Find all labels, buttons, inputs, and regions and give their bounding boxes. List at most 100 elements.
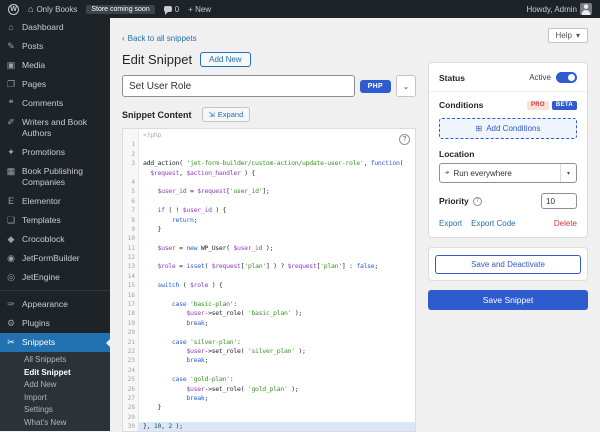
- code-text: [138, 291, 415, 300]
- snippet-title-input[interactable]: [122, 75, 355, 97]
- line-number: 5: [123, 187, 138, 196]
- sidebar-item-plugins[interactable]: ⚙Plugins: [0, 314, 110, 333]
- site-name-menu[interactable]: ⌂ Only Books: [28, 5, 77, 14]
- code-line[interactable]: 14: [123, 272, 415, 281]
- line-number: 10: [123, 234, 138, 243]
- sidebar-item-media[interactable]: ▣Media: [0, 56, 110, 75]
- code-line[interactable]: 21 case 'silver-plan':: [123, 338, 415, 347]
- snippets-icon: ✂: [6, 337, 16, 348]
- avatar: [580, 3, 592, 15]
- submenu-item-edit-snippet[interactable]: Edit Snippet: [0, 367, 110, 380]
- status-toggle[interactable]: [556, 72, 577, 83]
- expand-button[interactable]: ⇲ Expand: [202, 107, 251, 122]
- submenu-item-add-new[interactable]: Add New: [0, 379, 110, 392]
- priority-input[interactable]: [541, 193, 577, 209]
- code-line[interactable]: 3add_action( 'jet-form-builder/custom-ac…: [123, 159, 415, 168]
- posts-icon: ✎: [6, 41, 16, 52]
- sidebar-item-label: Crocoblock: [22, 234, 104, 245]
- sidebar-item-dashboard[interactable]: ⌂Dashboard: [0, 18, 110, 37]
- code-line[interactable]: 1: [123, 140, 415, 149]
- sidebar-item-templates[interactable]: ❏Templates: [0, 211, 110, 230]
- sidebar-item-comments[interactable]: ❝Comments: [0, 94, 110, 113]
- new-menu[interactable]: + New: [188, 5, 211, 14]
- code-line[interactable]: 16: [123, 291, 415, 300]
- comments-icon: [164, 6, 172, 12]
- code-line[interactable]: 8 return;: [123, 216, 415, 225]
- code-line[interactable]: 20: [123, 328, 415, 337]
- code-line[interactable]: 23 break;: [123, 356, 415, 365]
- code-line[interactable]: 29: [123, 413, 415, 422]
- code-line[interactable]: 6: [123, 197, 415, 206]
- code-line[interactable]: 28 }: [123, 403, 415, 412]
- line-number: 16: [123, 291, 138, 300]
- save-snippet-button[interactable]: Save Snippet: [428, 290, 588, 310]
- code-line[interactable]: 24: [123, 366, 415, 375]
- add-new-button[interactable]: Add New: [200, 52, 250, 67]
- line-number: 1: [123, 140, 138, 149]
- sidebar-item-label: Writers and Book Authors: [22, 117, 104, 139]
- help-button[interactable]: Help ▾: [548, 28, 588, 43]
- code-text: $user_id = $request['user_id'];: [138, 187, 415, 196]
- admin-bar-right: Howdy, Admin: [526, 3, 592, 15]
- sidebar-item-jetformbuilder[interactable]: ◉JetFormBuilder: [0, 249, 110, 268]
- sidebar-item-appearance[interactable]: ✑Appearance: [0, 295, 110, 314]
- admin-bar-left: W ⌂ Only Books Store coming soon 0 + New: [8, 4, 211, 15]
- sidebar-item-jetengine[interactable]: ◎JetEngine: [0, 268, 110, 287]
- code-line[interactable]: $request, $action_handler ) {: [123, 169, 415, 178]
- code-line[interactable]: 9 }: [123, 225, 415, 234]
- code-line[interactable]: <?php: [123, 131, 415, 140]
- account-menu[interactable]: Howdy, Admin: [526, 3, 592, 15]
- line-number: 22: [123, 347, 138, 356]
- delete-link[interactable]: Delete: [554, 219, 577, 228]
- export-link[interactable]: Export: [439, 219, 462, 228]
- code-line[interactable]: 10: [123, 234, 415, 243]
- location-icon: ⌖: [445, 168, 450, 178]
- code-text: [138, 253, 415, 262]
- comments-menu[interactable]: 0: [164, 5, 179, 14]
- submenu-item-settings[interactable]: Settings: [0, 404, 110, 417]
- save-and-deactivate-button[interactable]: Save and Deactivate: [435, 255, 581, 274]
- code-line[interactable]: 30}, 10, 2 );: [123, 422, 415, 431]
- wordpress-logo-icon[interactable]: W: [8, 4, 19, 15]
- sidebar-item-posts[interactable]: ✎ Posts: [0, 37, 110, 56]
- sidebar-item-writers-and-book-authors[interactable]: ✐Writers and Book Authors: [0, 113, 110, 143]
- code-line[interactable]: 15 switch ( $role ) {: [123, 281, 415, 290]
- code-line[interactable]: 11 $user = new WP_User( $user_id );: [123, 244, 415, 253]
- code-line[interactable]: 13 $role = isset( $request['plan'] ) ? $…: [123, 262, 415, 271]
- code-line[interactable]: 26 $user->set_role( 'gold_plan' );: [123, 385, 415, 394]
- sidebar-item-promotions[interactable]: ✦Promotions: [0, 143, 110, 162]
- code-line[interactable]: 2: [123, 150, 415, 159]
- help-label: Help: [556, 31, 572, 40]
- editor-help-icon[interactable]: ?: [399, 134, 410, 145]
- code-line[interactable]: 5 $user_id = $request['user_id'];: [123, 187, 415, 196]
- code-line[interactable]: 4: [123, 178, 415, 187]
- sidebar-item-label: Posts: [22, 41, 104, 52]
- sidebar-item-pages[interactable]: ❐Pages: [0, 75, 110, 94]
- code-type-dropdown-button[interactable]: ⌄: [396, 75, 416, 97]
- priority-help-icon[interactable]: ?: [473, 197, 482, 206]
- code-line[interactable]: 19 break;: [123, 319, 415, 328]
- code-line[interactable]: 25 case 'gold-plan':: [123, 375, 415, 384]
- submenu-item-all-snippets[interactable]: All Snippets: [0, 354, 110, 367]
- submenu-item-import[interactable]: Import: [0, 392, 110, 405]
- code-line[interactable]: 27 break;: [123, 394, 415, 403]
- code-text: $role = isset( $request['plan'] ) ? $req…: [138, 262, 415, 271]
- sidebar-item-crocoblock[interactable]: ◆Crocoblock: [0, 230, 110, 249]
- code-line[interactable]: 18 $user->set_role( 'basic_plan' );: [123, 309, 415, 318]
- sidebar-item-elementor[interactable]: EElementor: [0, 192, 110, 211]
- expand-icon: ⇲: [209, 110, 215, 119]
- priority-label-group: Priority ?: [439, 196, 482, 206]
- location-select[interactable]: ⌖ Run everywhere ▾: [439, 163, 577, 183]
- code-line[interactable]: 12: [123, 253, 415, 262]
- export-code-link[interactable]: Export Code: [471, 219, 515, 228]
- back-link[interactable]: ‹ Back to all snippets: [122, 34, 197, 43]
- code-line[interactable]: 7 if ( ! $user_id ) {: [123, 206, 415, 215]
- sidebar-item-snippets[interactable]: ✂Snippets: [0, 333, 110, 352]
- code-line[interactable]: 22 $user->set_role( 'silver_plan' );: [123, 347, 415, 356]
- code-editor[interactable]: <?php123add_action( 'jet-form-builder/cu…: [122, 128, 416, 432]
- add-conditions-button[interactable]: ⊞ Add Conditions: [439, 118, 577, 139]
- code-line[interactable]: 17 case 'basic-plan':: [123, 300, 415, 309]
- book-publishing-companies-icon: ▦: [6, 166, 16, 177]
- sidebar-item-book-publishing-companies[interactable]: ▦Book Publishing Companies: [0, 162, 110, 192]
- submenu-item-what-s-new[interactable]: What's New: [0, 417, 110, 430]
